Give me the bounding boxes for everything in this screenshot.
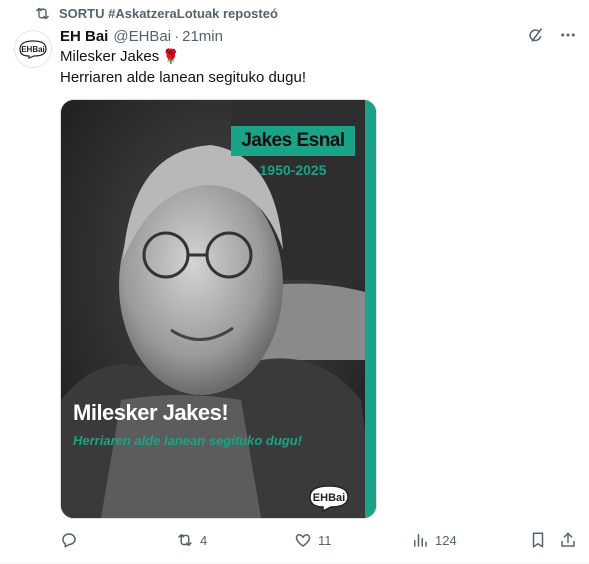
ehbai-logo: EHBai	[309, 485, 349, 513]
action-bar: 4 11 124	[60, 528, 580, 552]
bookmark-icon	[532, 532, 544, 548]
rose-icon: 🌹	[162, 48, 180, 64]
avatar[interactable]: EHBai	[14, 30, 52, 68]
image-years: 1950-2025	[259, 162, 327, 178]
image-subline: Herriaren alde lanean segituko dugu!	[73, 433, 302, 448]
more-options-icon[interactable]	[559, 26, 577, 44]
like-button[interactable]: 11	[294, 528, 332, 552]
image-name-box: Jakes Esnal	[231, 126, 355, 156]
reply-icon	[62, 533, 76, 548]
reply-button[interactable]	[60, 528, 84, 552]
grok-icon[interactable]	[527, 26, 545, 44]
separator-dot: ·	[174, 27, 180, 45]
ehbai-logo: EHBai	[19, 40, 47, 59]
svg-text:EHBai: EHBai	[21, 45, 45, 54]
like-count: 11	[318, 532, 332, 548]
repost-count: 4	[200, 532, 208, 548]
top-actions	[527, 26, 577, 44]
accent-stripe	[365, 100, 376, 518]
tweet-line-1-text: Milesker Jakes	[60, 48, 160, 65]
tweet-line-1: Milesker Jakes 🌹	[60, 46, 560, 67]
repost-icon	[178, 534, 192, 546]
views-icon	[414, 534, 427, 547]
views-button[interactable]: 124	[411, 528, 457, 552]
timestamp[interactable]: 21min	[182, 28, 223, 45]
tweet-media-image[interactable]: Jakes Esnal 1950-2025 Milesker Jakes! He…	[60, 99, 377, 519]
bookmark-button[interactable]	[529, 528, 547, 552]
share-icon	[561, 532, 575, 547]
heart-icon	[295, 534, 311, 547]
repost-icon	[36, 7, 49, 19]
repost-text: SORTU #AskatzeraLotuak reposteó	[59, 5, 278, 21]
tweet-line-2: Herriaren alde lanean segituko dugu!	[60, 69, 306, 86]
image-headline: Milesker Jakes!	[73, 400, 229, 425]
share-button[interactable]	[559, 528, 577, 552]
repost-button[interactable]: 4	[176, 528, 207, 552]
svg-text:EHBai: EHBai	[313, 492, 345, 504]
tweet-header: EH Bai @EHBai · 21min	[60, 26, 223, 46]
author-name[interactable]: EH Bai	[60, 28, 108, 45]
repost-indicator[interactable]: SORTU #AskatzeraLotuak reposteó	[34, 4, 278, 22]
tweet-text: Milesker Jakes 🌹 Herriaren alde lanean se…	[60, 46, 560, 88]
views-count: 124	[435, 532, 457, 548]
author-handle[interactable]: @EHBai	[113, 28, 171, 45]
